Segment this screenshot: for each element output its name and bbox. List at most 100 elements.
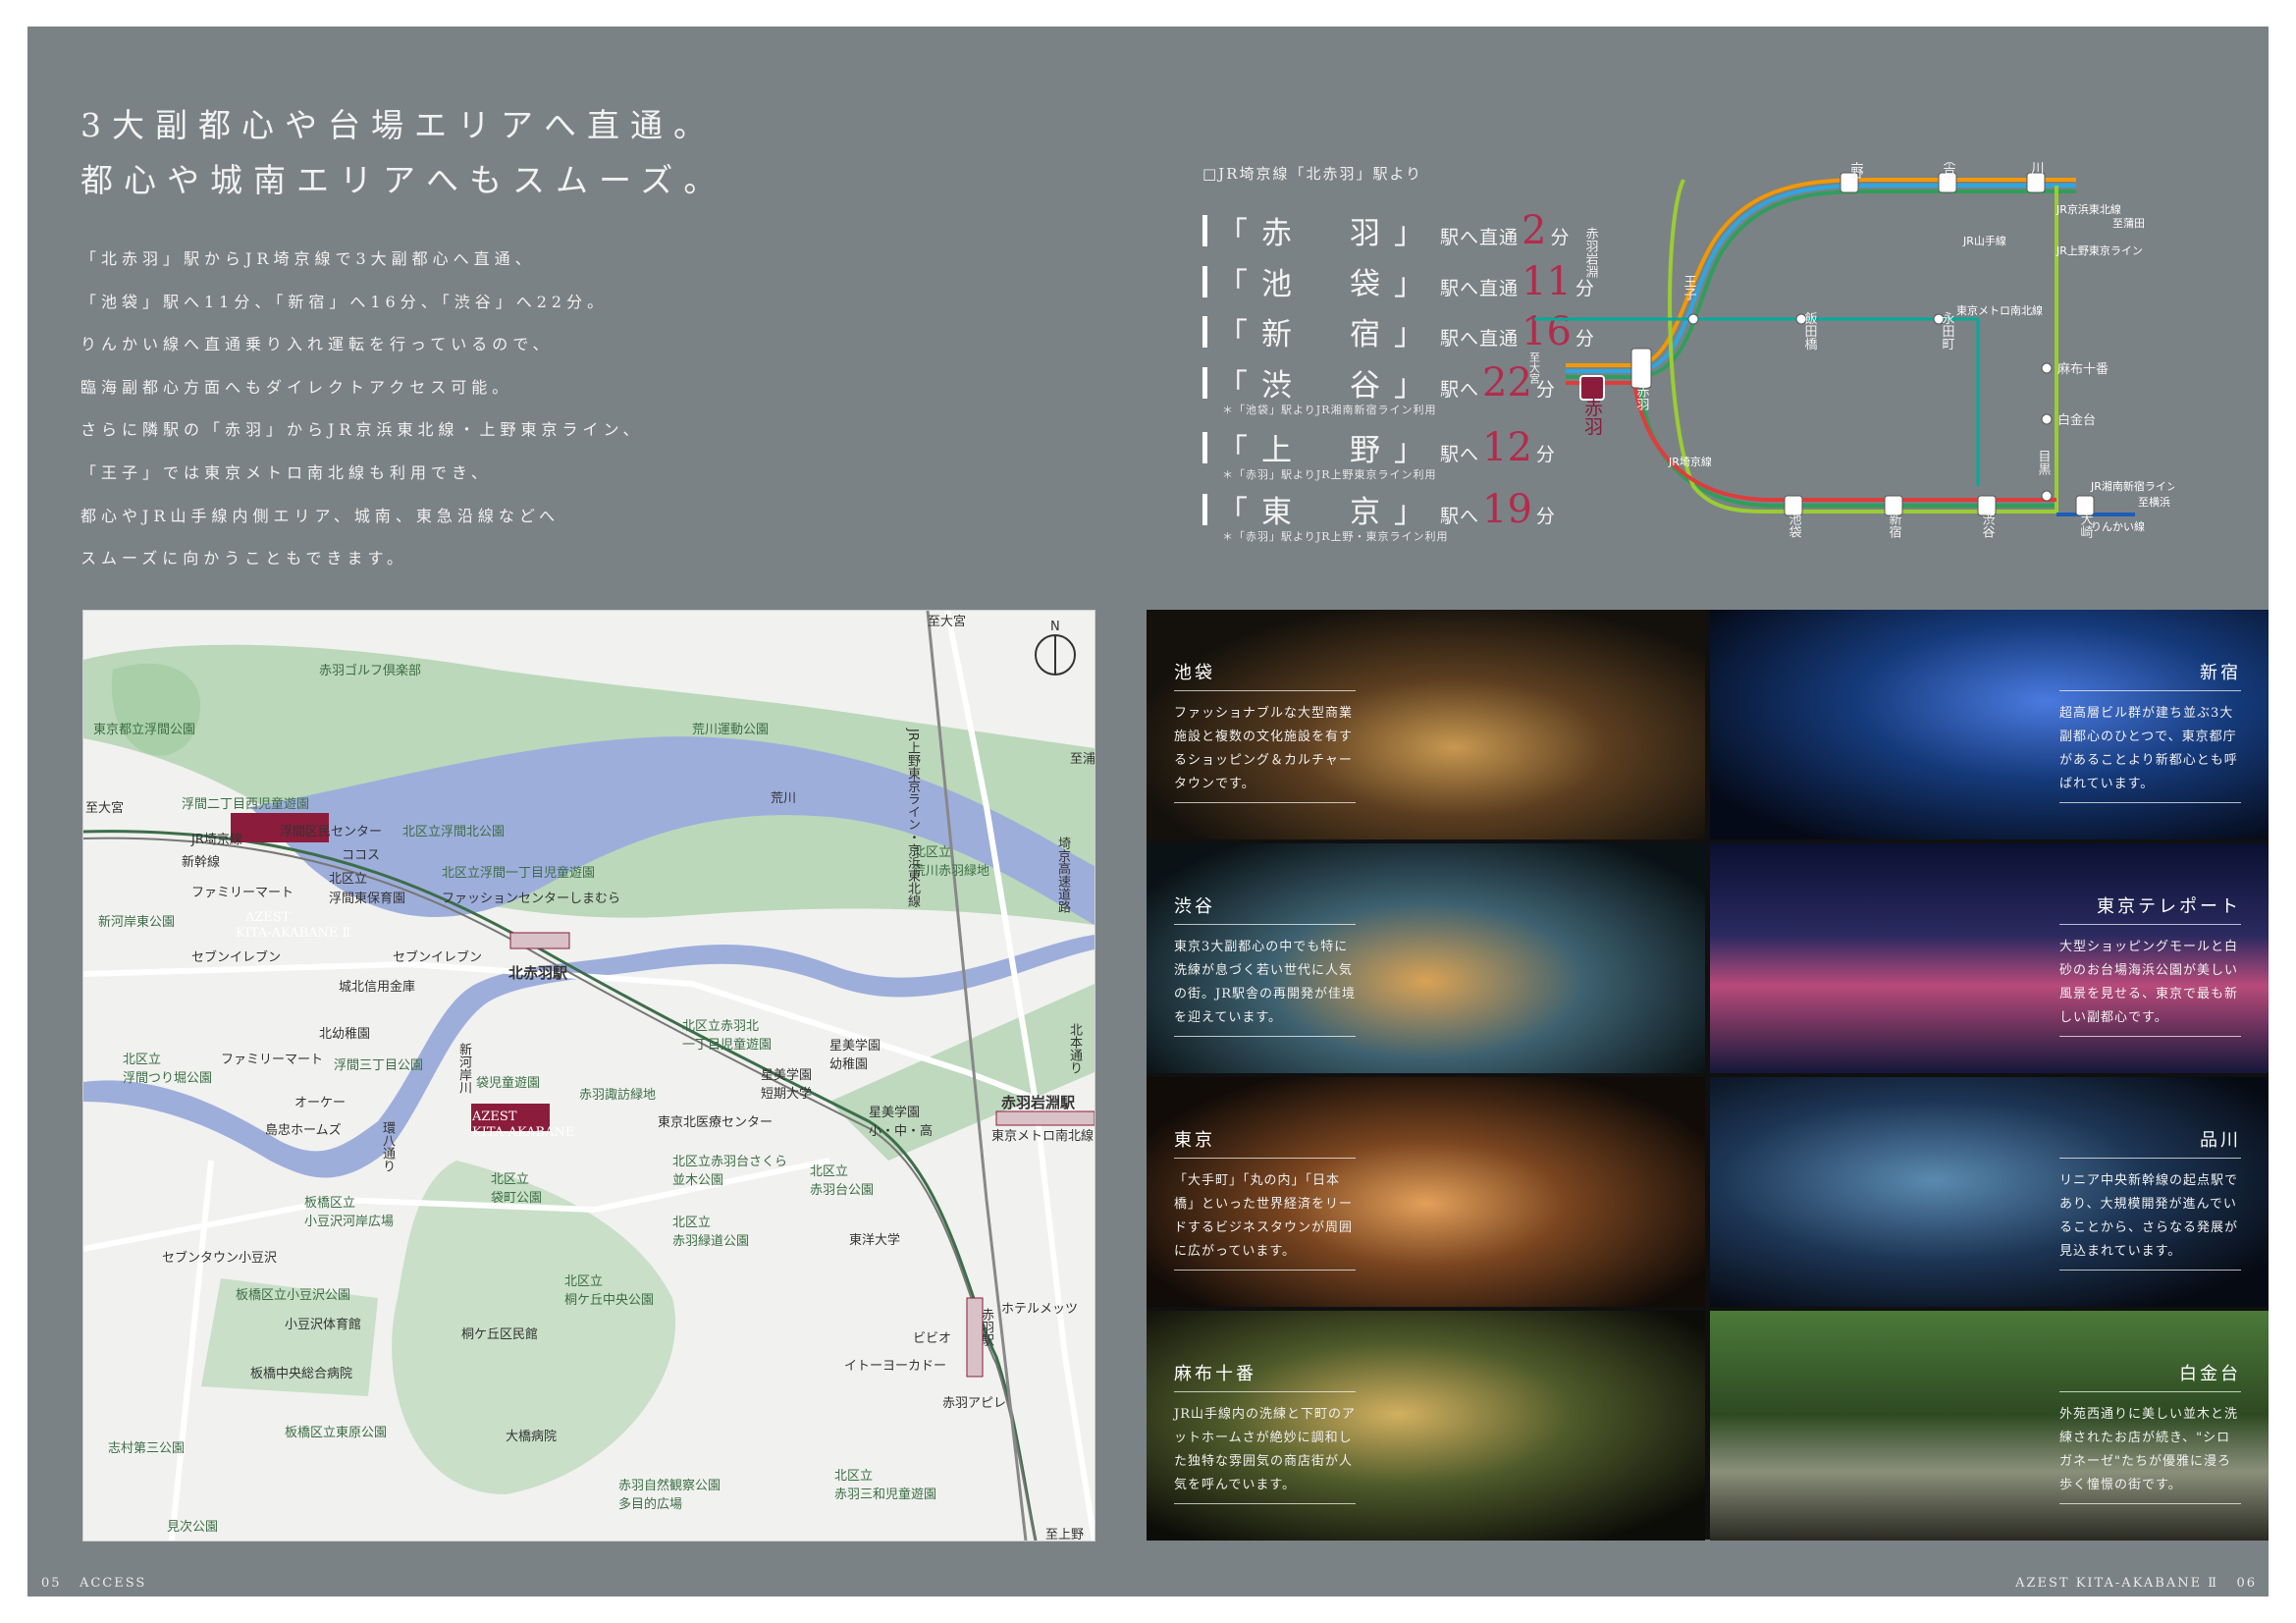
station-marker-oji: [1687, 313, 1699, 325]
map-label-azusawa-park: 板橋区立小豆沢公園: [236, 1288, 351, 1303]
station-label-ueno: 上野: [1848, 162, 1864, 179]
page-number-right: 06: [2236, 1576, 2257, 1591]
station-label-oji: 王子: [1682, 275, 1697, 300]
map-label-seven1: セブンイレブン: [191, 950, 282, 965]
photo-description: 大型ショッピングモールと白砂のお台場海浜公園が美しい風景を見せる、東京で最も新し…: [2059, 940, 2239, 1025]
photo-title: 渋谷: [1174, 896, 1215, 917]
station-label-shinagawa: 品川: [2029, 162, 2045, 174]
photo-title: 麻布十番: [1174, 1364, 1256, 1384]
map-label-hotel: ホテルメッツ: [1001, 1302, 1079, 1317]
map-label-ukima-nishi: 浮間二丁目西児童遊園: [182, 797, 310, 812]
station-marker-akabane: [1630, 348, 1652, 389]
timetable-minutes: 19: [1482, 487, 1532, 532]
map-label-akabanekita: 北区立赤羽北 一丁目児童遊園: [682, 1019, 773, 1053]
map-label-azest2: AZEST: [472, 1109, 517, 1124]
map-label-mitsugi: 見次公園: [167, 1520, 219, 1535]
timetable-station: 「赤 羽」: [1217, 216, 1438, 251]
timetable-bar: [1202, 366, 1207, 399]
keihin-line: [1566, 184, 2076, 373]
station-label-ikebukuro: 池袋: [1787, 513, 1802, 538]
headline-line-1: 3大副都心や台場エリアへ直通。: [80, 106, 717, 144]
map-label-iwabuchi-sta: 赤羽岩淵駅: [1001, 1094, 1076, 1111]
photo-divider-bottom: [2059, 802, 2241, 803]
map-label-shingashi-river: 新河岸川: [456, 1043, 471, 1094]
photo-panel: 池袋 ファッショナブルな大型商業施設と複数の文化施設を有するショッピング＆カルチャ…: [1147, 610, 1705, 839]
map-label-omiya-left: 至大宮: [85, 801, 125, 816]
timetable-direction: 駅へ: [1440, 506, 1480, 527]
timetable-direction: 駅へ直通: [1440, 227, 1520, 248]
map-label-ukima-center: 浮間区民センター: [280, 825, 383, 839]
map-label-seven2: セブンイレブン: [393, 950, 483, 965]
station-label-iidabashi: 飯田橋: [1802, 312, 1818, 352]
timetable-direction: 駅へ直通: [1440, 278, 1520, 299]
headline-line-2: 都心や城南エリアへもスムーズ。: [80, 161, 727, 199]
timetable-bar: [1202, 265, 1207, 298]
map-label-ukima-hoiku: 浮間東保育園: [329, 892, 406, 906]
photo-description: 外苑西通りに美しい並木と洗練されたお店が続き、"シロガネーゼ"たちが優雅に漫ろ歩…: [2059, 1407, 2239, 1492]
headline: 3大副都心や台場エリアへ直通。 都心や城南エリアへもスムーズ。: [80, 98, 726, 208]
map-label-shingashi-park: 新河岸東公園: [98, 915, 176, 930]
timetable-bar: [1202, 493, 1207, 525]
station-label-akabane: 赤羽: [1634, 385, 1650, 410]
map-label-family1: ファミリーマート: [191, 886, 294, 900]
map-label-shinkansen: 新幹線: [182, 855, 221, 870]
map-label-apire: 赤羽アピレ: [942, 1396, 1007, 1411]
station-label-akabaneiwabuchi: 赤羽岩淵: [1583, 227, 1599, 278]
photo-divider-bottom: [2059, 1036, 2241, 1037]
station-marker-shinagawa: [2026, 172, 2046, 193]
timetable-row: 「上 野」 駅へ 12 分: [1202, 425, 1555, 469]
photo-divider: [1174, 690, 1356, 691]
route-map: 上野 東京 品川 赤羽岩淵 王子 赤羽 飯田橋 永田町 麻布十番 白金台 目黒 …: [1528, 162, 2175, 538]
timetable-station: 「新 宿」: [1217, 317, 1438, 352]
station-label-azabujuban: 麻布十番: [2057, 362, 2109, 377]
destination-omiya: 至大宮: [1528, 352, 1541, 385]
map-label-shimamura: ファッションセンターしまむら: [442, 892, 621, 906]
map-label-sanwa: 北区立 赤羽三和児童遊園: [834, 1469, 937, 1502]
map-label-ryokudo: 北区立 赤羽緑道公園: [672, 1216, 750, 1249]
map-label-higashi: 板橋区立東原公園: [285, 1426, 388, 1440]
timetable-row: 「赤 羽」 駅へ直通 2 分: [1202, 208, 1569, 252]
line-label-saikyo: JR埼京線: [1668, 455, 1712, 468]
photo-panel: 新宿 超高層ビル群が建ち並ぶ3大副都心のひとつで、東京都庁があることより新都心とも…: [1710, 610, 2269, 839]
map-label-azest1-sub: KITA-AKABANE Ⅱ: [236, 926, 351, 941]
timetable-bar: [1202, 431, 1207, 463]
map-label-sakura: 北区立赤羽台さくら 並木公園: [672, 1155, 788, 1188]
map-label-azest1: AZEST: [245, 910, 291, 925]
map-label-saikyo-road: 埼京高速道路: [1055, 837, 1070, 913]
map-label-kitaakabane-sta: 北赤羽駅: [508, 964, 568, 982]
brand-name: AZEST KITA-AKABANE Ⅱ: [2015, 1576, 2219, 1591]
map-label-ukima-kita: 北区立浮間北公園: [402, 825, 506, 839]
map-label-azusawa: 板橋区立 小豆沢河岸広場: [304, 1196, 395, 1229]
photo-description: JR山手線内の洗練と下町のアットホームさが絶妙に調和した独特な雰囲気の商店街が人…: [1174, 1407, 1356, 1492]
photo-divider: [1174, 1391, 1356, 1392]
area-map: N 赤羽ゴルフ倶楽部東京都立浮間公園荒川運動公園荒川至大宮至浦和美女木至大宮JR…: [82, 610, 1095, 1542]
map-label-azest2-sub: KITA-AKABANE: [472, 1125, 575, 1140]
timetable-minutes: 12: [1482, 425, 1532, 470]
timetable-station: 「東 京」: [1217, 495, 1438, 530]
line-label-shonan: JR湘南新宿ライン: [2090, 479, 2174, 493]
photo-panel: 東京 「大手町」「丸の内」「日本橋」といった世界経済をリードするビジネスタウンが周…: [1147, 1077, 1705, 1307]
photo-grid: 池袋 ファッショナブルな大型商業施設と複数の文化施設を有するショッピング＆カルチャ…: [1147, 610, 2269, 1541]
timetable-bar: [1202, 315, 1207, 348]
map-label-jr-saikyo: JR埼京線: [191, 833, 242, 847]
timetable-direction: 駅へ: [1440, 379, 1480, 401]
line-label-yamanote: JR山手線: [1962, 234, 2006, 247]
destination-yokohama: 至横浜 至東京 テレポート: [2138, 495, 2174, 509]
photo-divider-bottom: [1174, 1503, 1356, 1504]
map-label-ukima1-park: 北区立浮間一丁目児童遊園: [442, 866, 596, 881]
photo-title: 品川: [2200, 1130, 2241, 1151]
timetable-note: ＊「赤羽」駅よりJR上野東京ライン利用: [1222, 468, 1437, 481]
timetable-station: 「池 袋」: [1217, 267, 1438, 302]
photo-divider-bottom: [2059, 1503, 2241, 1504]
map-label-hoshibi-kinder: 星美学園 幼稚園: [829, 1039, 881, 1072]
map-label-ueno: 至上野: [1045, 1528, 1085, 1542]
photo-panel: 渋谷 東京3大副都心の中でも特に洗練が息づく若い世代に人気の街。JR駅舎の再開発が…: [1147, 843, 1705, 1073]
map-station-kitaakabane: [509, 932, 570, 949]
photo-panel: 東京テレポート 大型ショッピングモールと白砂のお台場海浜公園が美しい風景を見せる、…: [1710, 843, 2269, 1073]
timetable-direction: 駅へ: [1440, 444, 1480, 465]
map-label-johoku: 城北信用金庫: [339, 980, 416, 995]
map-label-akabane-suwa: 赤羽諏訪緑地: [579, 1088, 657, 1103]
line-label-ueno-tokyo: JR上野東京ライン: [2056, 243, 2143, 257]
map-label-ukima-pond: 北区立 浮間つり堀公園: [123, 1053, 213, 1086]
map-label-arakawa-park: 荒川運動公園: [692, 723, 770, 737]
